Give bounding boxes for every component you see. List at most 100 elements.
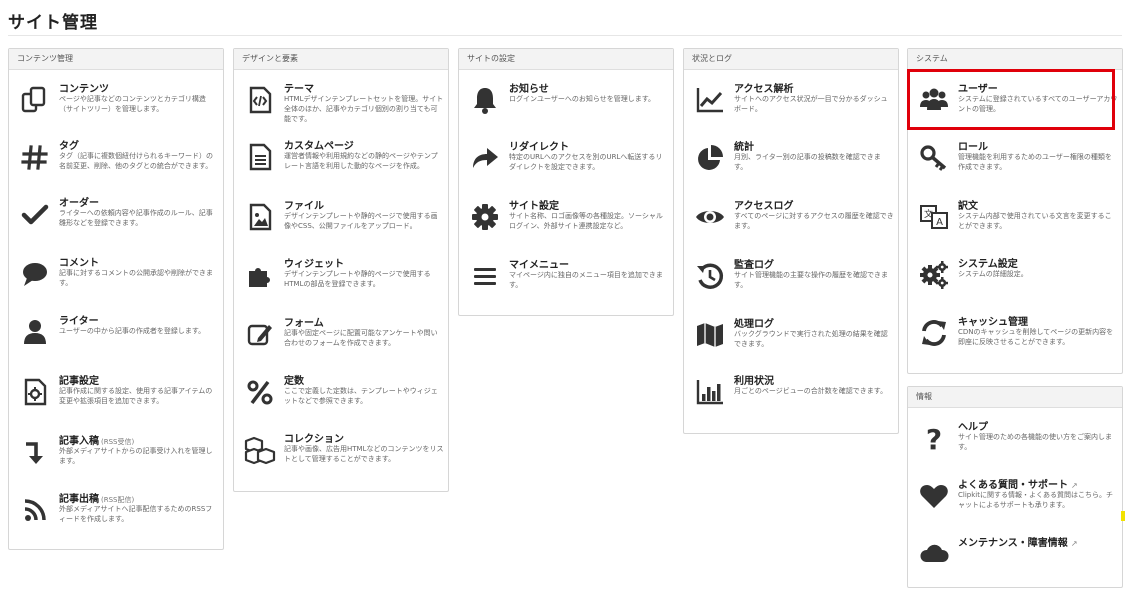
- item-title-sub: (RSS配信): [101, 496, 135, 504]
- item-title: 定数: [284, 376, 304, 387]
- menu-item-tags[interactable]: タグ タグ（記事に複数個紐付けられるキーワード）の名前変更、削除、他のタグとの統…: [9, 137, 223, 193]
- cubes-icon: [244, 434, 276, 466]
- panel-header: 情報: [908, 387, 1122, 408]
- rss-icon: [19, 494, 51, 526]
- item-title: 記事出稿 (RSS配信): [59, 494, 135, 505]
- hashtag-icon: [19, 141, 51, 173]
- item-title: マイメニュー: [509, 260, 569, 271]
- svg-text:文: 文: [924, 208, 933, 220]
- check-icon: [19, 198, 51, 230]
- item-title: 利用状況: [734, 376, 774, 387]
- item-title: タグ: [59, 141, 79, 152]
- highlight-box: [907, 69, 1115, 130]
- menu-item-usage[interactable]: 利用状況 月ごとのページビューの合計数を確認できます。: [684, 372, 898, 428]
- cog-icon: [469, 201, 501, 233]
- panel-info: 情報 ? ヘルプ サイト管理のための各機能の使い方をご案内します。 よくある質問…: [907, 386, 1123, 588]
- external-link-icon: ↗: [1070, 539, 1078, 548]
- menu-item-widgets[interactable]: ウィジェット デザインテンプレートや静的ページで使用するHTMLの部品を登録でき…: [234, 255, 448, 311]
- menu-item-redirects[interactable]: リダイレクト 特定のURLへのアクセスを別のURLへ転送するリダイレクトを設定で…: [459, 138, 673, 194]
- item-description: 記事作成に関する設定、使用する記事アイテムの変更や拡張項目を追加できます。: [59, 387, 213, 405]
- item-title: よくある質問・サポート ↗: [958, 480, 1078, 491]
- menu-item-process-log[interactable]: 処理ログ バックグラウンドで実行された処理の結果を確認できます。: [684, 315, 898, 371]
- menu-item-my-menu[interactable]: マイメニュー マイページ内に独自のメニュー項目を追加できます。: [459, 256, 673, 312]
- menu-item-article-export[interactable]: 記事出稿 (RSS配信) 外部メディアサイトへ記事配信するためのRSSフィードを作…: [9, 490, 223, 546]
- item-title: ウィジェット: [284, 259, 344, 270]
- item-description: 外部メディアサイトへ記事配信するためのRSSフィードを作成します。: [59, 505, 213, 523]
- menu-item-maintenance[interactable]: メンテナンス・障害情報 ↗: [908, 534, 1122, 590]
- menu-item-custom-pages[interactable]: カスタムページ 運営者情報や利用規約などの静的ページやテンプレート言語を利用した…: [234, 137, 448, 193]
- item-title-sub: (RSS受信): [101, 438, 135, 446]
- menu-item-help[interactable]: ? ヘルプ サイト管理のための各機能の使い方をご案内します。: [908, 418, 1122, 474]
- panel-status-logs: 状況とログ アクセス解析 サイトへのアクセス状況が一目で分かるダッシュボード。 …: [683, 48, 899, 434]
- menu-item-statistics[interactable]: 統計 月別、ライター別の記事の投稿数を確認できます。: [684, 138, 898, 194]
- menu-item-site-settings[interactable]: サイト設定 サイト名称、ロゴ画像等の各種設定。ソーシャルログイン、外部サイト連携…: [459, 197, 673, 253]
- item-description: CDNのキャッシュを削除してページの更新内容を即座に反映させることができます。: [958, 328, 1114, 346]
- menu-item-notices[interactable]: お知らせ ログインユーザーへのお知らせを管理します。: [459, 80, 673, 136]
- menu-item-writers[interactable]: ライター ユーザーの中から記事の作成者を登録します。: [9, 312, 223, 368]
- edge-marker: [1121, 511, 1125, 521]
- percent-icon: [244, 376, 276, 408]
- item-description: サイトへのアクセス状況が一目で分かるダッシュボード。: [734, 95, 888, 113]
- item-description: 月別、ライター別の記事の投稿数を確認できます。: [734, 153, 881, 171]
- panel-header: 状況とログ: [684, 49, 898, 70]
- menu-item-forms[interactable]: フォーム 記事や固定ページに配置可能なアンケートや問い合わせのフォームを作成でき…: [234, 314, 448, 370]
- menu-item-audit-log[interactable]: 監査ログ サイト管理機能の主要な操作の履歴を確認できます。: [684, 256, 898, 312]
- item-title: 記事入稿 (RSS受信): [59, 436, 135, 447]
- item-title: アクセス解析: [734, 84, 794, 95]
- item-title: コメント: [59, 258, 99, 269]
- item-title: オーダー: [59, 198, 99, 209]
- heart-icon: [918, 480, 950, 512]
- item-title: 統計: [734, 142, 754, 153]
- item-title: 処理ログ: [734, 319, 774, 330]
- item-title: リダイレクト: [509, 142, 569, 153]
- item-description: 記事に対するコメントの公開承認や削除ができます。: [59, 269, 213, 287]
- item-title: お知らせ: [509, 84, 549, 95]
- menu-item-cache[interactable]: キャッシュ管理 CDNのキャッシュを削除してページの更新内容を即座に反映させるこ…: [908, 313, 1122, 369]
- menu-item-roles[interactable]: ロール 管理機能を利用するためのユーザー権限の種類を作成できます。: [908, 138, 1122, 194]
- item-description: 月ごとのページビューの合計数を確認できます。: [734, 387, 888, 395]
- item-description: タグ（記事に複数個紐付けられるキーワード）の名前変更、削除、他のタグとの統合がで…: [59, 152, 213, 170]
- external-link-icon: ↗: [1071, 481, 1078, 490]
- menu-item-article-settings[interactable]: 記事設定 記事作成に関する設定、使用する記事アイテムの変更や拡張項目を追加できま…: [9, 372, 223, 428]
- title-divider: [8, 35, 1122, 36]
- copy-icon: [19, 84, 51, 116]
- item-title: ヘルプ: [958, 422, 988, 433]
- text-file-icon: [244, 141, 276, 173]
- menu-item-comments[interactable]: コメント 記事に対するコメントの公開承認や削除ができます。: [9, 254, 223, 310]
- menu-item-orders[interactable]: オーダー ライターへの依頼内容や記事作成のルール、記事雛形などを登録できます。: [9, 194, 223, 250]
- item-description: システム内部で使用されている文言を変更することができます。: [958, 212, 1112, 230]
- item-description: サイト管理機能の主要な操作の履歴を確認できます。: [734, 271, 888, 289]
- item-description: バックグラウンドで実行された処理の結果を確認できます。: [734, 330, 888, 348]
- menu-item-themes[interactable]: テーマ HTMLデザインテンプレートセットを管理。サイト全体のほか、記事やカテゴ…: [234, 80, 448, 136]
- article-settings-icon: [19, 376, 51, 408]
- svg-text:A: A: [936, 217, 943, 228]
- item-description: 管理機能を利用するためのユーザー権限の種類を作成できます。: [958, 153, 1112, 171]
- panel-header: サイトの設定: [459, 49, 673, 70]
- menu-item-access-log[interactable]: アクセスログ すべてのページに対するアクセスの履歴を確認できます。: [684, 197, 898, 253]
- panel-site-settings: サイトの設定 お知らせ ログインユーザーへのお知らせを管理します。 リダイレクト…: [458, 48, 674, 316]
- code-file-icon: [244, 84, 276, 116]
- question-icon: ?: [918, 422, 950, 456]
- item-title: コレクション: [284, 434, 344, 445]
- item-title: 監査ログ: [734, 260, 774, 271]
- item-title: アクセスログ: [734, 201, 794, 212]
- line-chart-icon: [694, 84, 726, 116]
- item-title: コンテンツ: [59, 84, 109, 95]
- menu-item-constants[interactable]: 定数 ここで定義した定数は、テンプレートやウィジェットなどで参照できます。: [234, 372, 448, 428]
- menu-item-files[interactable]: ファイル デザインテンプレートや静的ページで使用する画像やCSS、公開ファイルを…: [234, 197, 448, 253]
- item-description: サイト名称、ロゴ画像等の各種設定。ソーシャルログイン、外部サイト連携設定など。: [509, 212, 663, 230]
- cloud-icon: [918, 538, 950, 570]
- menu-icon: [469, 260, 501, 292]
- menu-item-access-analytics[interactable]: アクセス解析 サイトへのアクセス状況が一目で分かるダッシュボード。: [684, 80, 898, 136]
- panel-header: コンテンツ管理: [9, 49, 223, 70]
- eye-icon: [694, 201, 726, 233]
- menu-item-collections[interactable]: コレクション 記事や画像、広告用HTMLなどのコンテンツをリストとして管理するこ…: [234, 430, 448, 486]
- menu-item-faq-support[interactable]: よくある質問・サポート ↗ Clipkitに関する情報・よくある質問はこちら。チャ…: [908, 476, 1122, 532]
- page-title: サイト管理: [8, 13, 98, 33]
- menu-item-system-settings[interactable]: システム設定 システムの詳細設定。: [908, 255, 1122, 311]
- menu-item-translations[interactable]: A文 訳文 システム内部で使用されている文言を変更することができます。: [908, 197, 1122, 253]
- image-file-icon: [244, 201, 276, 233]
- share-arrow-icon: [469, 142, 501, 174]
- menu-item-contents[interactable]: コンテンツ ページや記事などのコンテンツとカテゴリ構造（サイトツリー）を管理しま…: [9, 80, 223, 136]
- menu-item-article-import[interactable]: 記事入稿 (RSS受信) 外部メディアサイトからの記事受け入れを管理します。: [9, 432, 223, 488]
